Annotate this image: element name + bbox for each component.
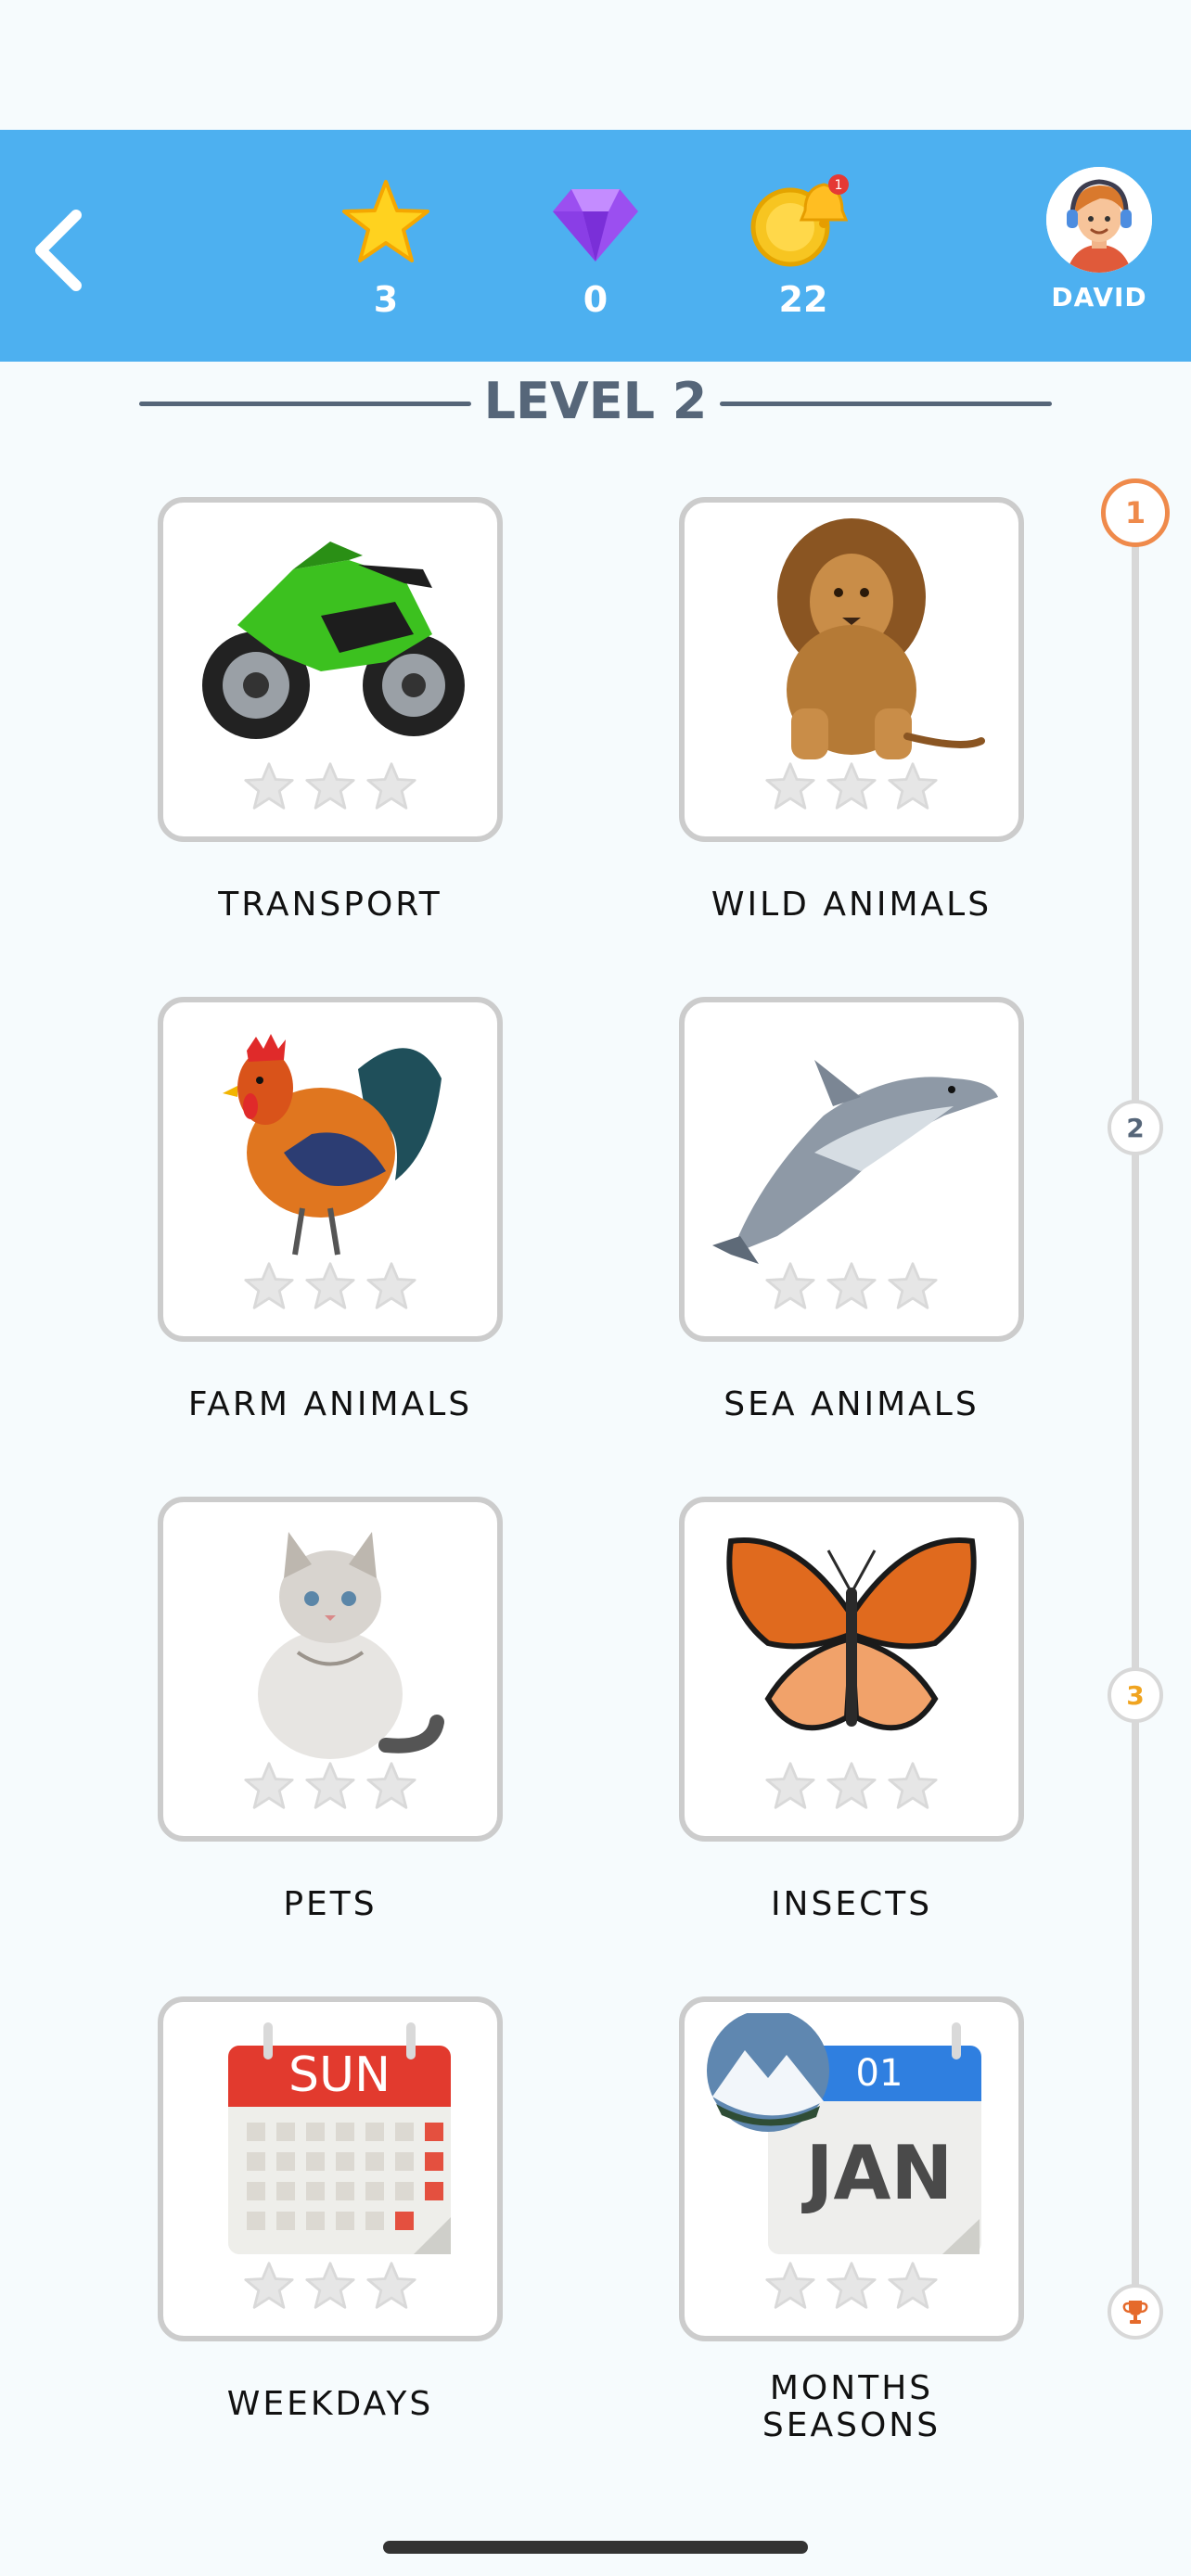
back-button[interactable] bbox=[28, 204, 93, 297]
cat-icon bbox=[258, 1532, 444, 1759]
month-calendar-icon: 01 JAN bbox=[707, 2013, 981, 2254]
star-rating bbox=[685, 1260, 1018, 1312]
category-card-insects[interactable] bbox=[679, 1497, 1024, 1842]
star-empty-icon bbox=[887, 1760, 939, 1812]
star-rating bbox=[163, 760, 497, 812]
star-empty-icon bbox=[826, 2260, 877, 2312]
star-rating bbox=[163, 2260, 497, 2312]
progress-node-goal[interactable] bbox=[1108, 2284, 1163, 2340]
profile-button[interactable]: DAVID bbox=[1039, 167, 1159, 312]
star-rating bbox=[685, 1760, 1018, 1812]
star-rating bbox=[685, 760, 1018, 812]
star-empty-icon bbox=[887, 2260, 939, 2312]
category-label: TRANSPORT bbox=[218, 886, 442, 924]
star-empty-icon bbox=[304, 760, 356, 812]
progress-node-label: 1 bbox=[1124, 495, 1146, 530]
top-bar: 3 0 1 22 DAVID bbox=[0, 130, 1191, 362]
category-card-pets[interactable] bbox=[158, 1497, 503, 1842]
star-empty-icon bbox=[243, 1760, 295, 1812]
star-empty-icon bbox=[243, 1260, 295, 1312]
star-empty-icon bbox=[365, 2260, 417, 2312]
category-label: WEEKDAYS bbox=[226, 2385, 434, 2423]
gems-count: 0 bbox=[583, 279, 608, 320]
star-rating bbox=[163, 1260, 497, 1312]
star-empty-icon bbox=[304, 1760, 356, 1812]
level-title: LEVEL 2 bbox=[483, 372, 708, 430]
notification-badge: 1 bbox=[835, 178, 843, 193]
star-empty-icon bbox=[764, 1760, 816, 1812]
gems-counter[interactable]: 0 bbox=[531, 172, 660, 320]
butterfly-icon bbox=[726, 1537, 977, 1731]
star-empty-icon bbox=[826, 1760, 877, 1812]
coins-count: 22 bbox=[778, 279, 828, 320]
gem-icon bbox=[553, 189, 638, 261]
category-label: WILD ANIMALS bbox=[711, 886, 992, 924]
rooster-icon bbox=[223, 1034, 442, 1256]
star-empty-icon bbox=[304, 1260, 356, 1312]
star-empty-icon bbox=[826, 1260, 877, 1312]
calendar-icon: SUN bbox=[228, 2022, 451, 2254]
star-empty-icon bbox=[764, 1260, 816, 1312]
star-empty-icon bbox=[764, 2260, 816, 2312]
stars-count: 3 bbox=[373, 279, 399, 320]
trophy-icon bbox=[1122, 2301, 1148, 2324]
category-label: MONTHS SEASONS bbox=[679, 2370, 1024, 2444]
motorcycle-icon bbox=[202, 542, 465, 739]
profile-name: DAVID bbox=[1051, 282, 1147, 312]
category-label: SEA ANIMALS bbox=[724, 1385, 980, 1423]
star-icon bbox=[342, 180, 429, 262]
progress-track bbox=[1132, 514, 1139, 2311]
star-empty-icon bbox=[365, 760, 417, 812]
category-card-farm-animals[interactable] bbox=[158, 997, 503, 1342]
calendar-day-text: SUN bbox=[288, 2047, 391, 2103]
progress-node-3[interactable]: 3 bbox=[1108, 1667, 1163, 1723]
avatar-icon bbox=[1046, 167, 1152, 273]
coin-bell-icon: 1 bbox=[750, 174, 849, 267]
star-empty-icon bbox=[365, 1260, 417, 1312]
star-rating bbox=[685, 2260, 1018, 2312]
progress-node-1[interactable]: 1 bbox=[1101, 478, 1170, 547]
category-label-line2: SEASONS bbox=[762, 2406, 941, 2444]
calendar-month-text: JAN bbox=[801, 2130, 954, 2216]
category-label: FARM ANIMALS bbox=[187, 1385, 473, 1423]
star-empty-icon bbox=[243, 760, 295, 812]
dolphin-icon bbox=[712, 1060, 998, 1264]
category-card-transport[interactable] bbox=[158, 497, 503, 842]
level-header: LEVEL 2 bbox=[139, 366, 1052, 440]
star-empty-icon bbox=[887, 760, 939, 812]
progress-node-label: 2 bbox=[1126, 1112, 1145, 1143]
star-empty-icon bbox=[365, 1760, 417, 1812]
star-empty-icon bbox=[764, 760, 816, 812]
category-label: PETS bbox=[283, 1885, 378, 1923]
progress-node-label: 3 bbox=[1126, 1679, 1145, 1711]
star-empty-icon bbox=[887, 1260, 939, 1312]
category-label-line1: MONTHS bbox=[769, 2369, 934, 2407]
star-rating bbox=[163, 1760, 497, 1812]
star-empty-icon bbox=[243, 2260, 295, 2312]
category-card-wild-animals[interactable] bbox=[679, 497, 1024, 842]
calendar-day-number: 01 bbox=[856, 2052, 903, 2095]
stars-counter[interactable]: 3 bbox=[321, 172, 451, 320]
category-card-sea-animals[interactable] bbox=[679, 997, 1024, 1342]
category-label: INSECTS bbox=[770, 1885, 933, 1923]
chevron-left-icon bbox=[35, 210, 82, 291]
progress-node-2[interactable]: 2 bbox=[1108, 1100, 1163, 1155]
coins-counter[interactable]: 1 22 bbox=[738, 172, 868, 320]
category-card-weekdays[interactable]: SUN bbox=[158, 1996, 503, 2341]
home-indicator[interactable] bbox=[383, 2541, 808, 2554]
lion-icon bbox=[777, 518, 985, 759]
category-card-months-seasons[interactable]: 01 JAN bbox=[679, 1996, 1024, 2341]
star-empty-icon bbox=[826, 760, 877, 812]
avatar bbox=[1046, 167, 1152, 273]
star-empty-icon bbox=[304, 2260, 356, 2312]
